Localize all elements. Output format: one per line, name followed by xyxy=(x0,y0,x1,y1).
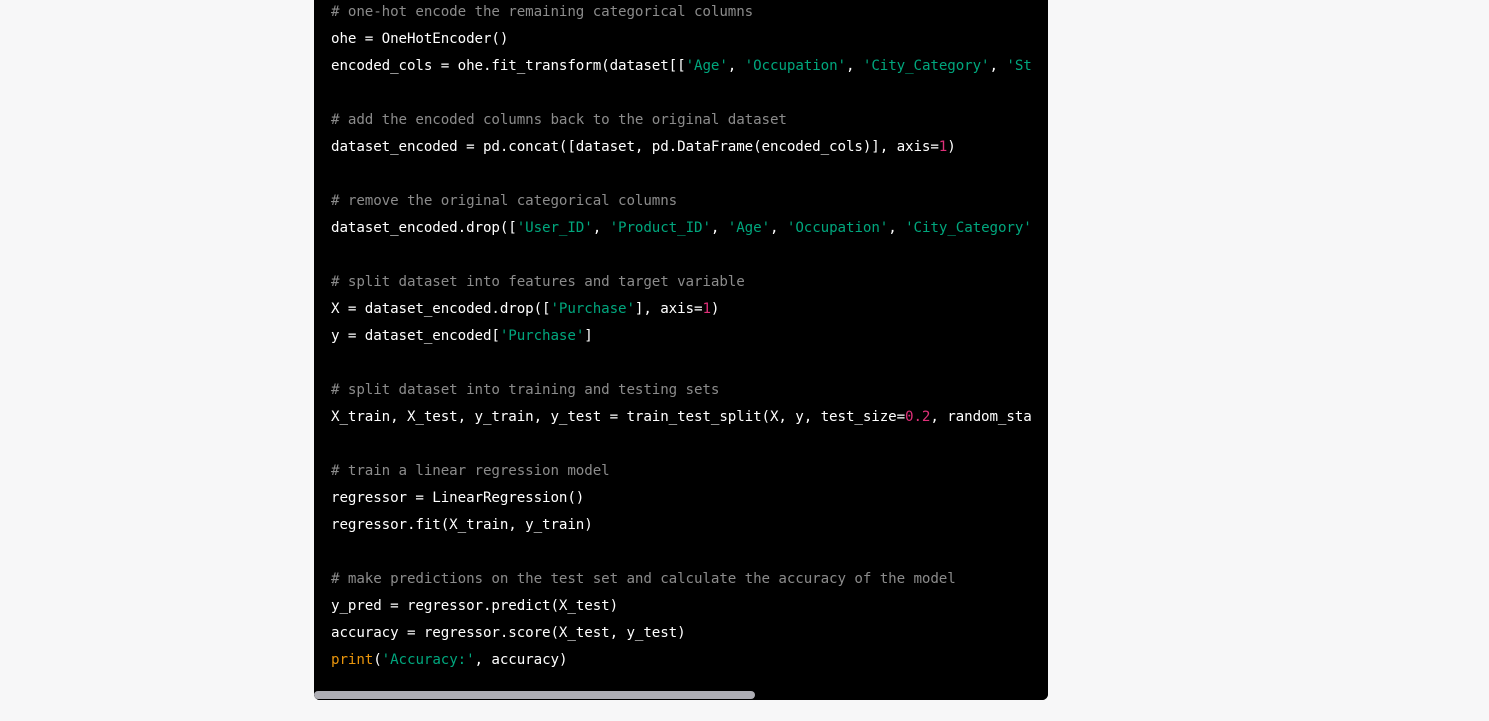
code-line: # one-hot encode the remaining categoric… xyxy=(331,0,1048,27)
code-token: , xyxy=(710,220,728,236)
code-line: X = dataset_encoded.drop(['Purchase'], a… xyxy=(331,297,1048,324)
code-token: , xyxy=(989,58,1007,74)
string-literal: 'St xyxy=(1006,58,1032,74)
code-token: accuracy = regressor.score(X_test, y_tes… xyxy=(331,625,686,641)
code-line: # remove the original categorical column… xyxy=(331,189,1048,216)
code-comment: # one-hot encode the remaining categoric… xyxy=(331,4,754,20)
code-comment: # add the encoded columns back to the or… xyxy=(331,112,787,128)
code-token: regressor = LinearRegression() xyxy=(331,490,585,506)
string-literal: 'Product_ID' xyxy=(609,220,711,236)
number-literal: 1 xyxy=(702,301,711,317)
code-token: X = dataset_encoded.drop([ xyxy=(331,301,551,317)
code-comment: # remove the original categorical column… xyxy=(331,193,678,209)
code-token: , xyxy=(845,58,863,74)
number-literal: 0.2 xyxy=(905,409,931,425)
code-token: ohe = OneHotEncoder() xyxy=(331,31,509,47)
code-line: # make predictions on the test set and c… xyxy=(331,567,1048,594)
code-comment: # train a linear regression model xyxy=(331,463,610,479)
code-line: y_pred = regressor.predict(X_test) xyxy=(331,594,1048,621)
string-literal: 'Accuracy:' xyxy=(381,652,475,668)
code-token: , xyxy=(770,220,787,236)
code-line: # split dataset into training and testin… xyxy=(331,378,1048,405)
code-token: ] xyxy=(584,328,593,344)
code-line: encoded_cols = ohe.fit_transform(dataset… xyxy=(331,54,1048,81)
code-comment: # make predictions on the test set and c… xyxy=(331,571,956,587)
code-token: ( xyxy=(373,652,382,668)
code-line: X_train, X_test, y_train, y_test = train… xyxy=(331,405,1048,432)
code-block: # one-hot encode the remaining categoric… xyxy=(314,0,1048,700)
code-token: , xyxy=(888,220,906,236)
code-token: dataset_encoded = pd.concat([dataset, pd… xyxy=(331,139,939,155)
builtin-function: print xyxy=(331,652,374,668)
string-literal: 'Age' xyxy=(685,58,728,74)
code-line: # add the encoded columns back to the or… xyxy=(331,108,1048,135)
string-literal: 'User_ID' xyxy=(516,220,593,236)
string-literal: 'Occupation' xyxy=(744,58,846,74)
code-line: regressor.fit(X_train, y_train) xyxy=(331,513,1048,540)
code-token: , xyxy=(592,220,610,236)
code-token: X_train, X_test, y_train, y_test = train… xyxy=(331,409,906,425)
string-literal: 'Purchase' xyxy=(550,301,635,317)
code-line: dataset_encoded.drop(['User_ID', 'Produc… xyxy=(331,216,1048,243)
code-line: # split dataset into features and target… xyxy=(331,270,1048,297)
code-token: encoded_cols = ohe.fit_transform(dataset… xyxy=(331,58,686,74)
code-line: print('Accuracy:', accuracy) xyxy=(331,648,1048,675)
code-token: y_pred = regressor.predict(X_test) xyxy=(331,598,619,614)
code-line: dataset_encoded = pd.concat([dataset, pd… xyxy=(331,135,1048,162)
code-token: regressor.fit(X_train, y_train) xyxy=(331,517,593,533)
code-token: , xyxy=(727,58,745,74)
code-comment: # split dataset into training and testin… xyxy=(331,382,720,398)
scrollbar-thumb[interactable] xyxy=(314,691,755,699)
code-line: # train a linear regression model xyxy=(331,459,1048,486)
string-literal: 'City_Category' xyxy=(905,220,1032,236)
code-token: ) xyxy=(947,139,956,155)
string-literal: 'Occupation' xyxy=(786,220,889,236)
code-token: , accuracy) xyxy=(474,652,568,668)
string-literal: 'City_Category' xyxy=(862,58,990,74)
code-token: dataset_encoded.drop([ xyxy=(331,220,517,236)
code-token: ], axis= xyxy=(634,301,703,317)
number-literal: 1 xyxy=(938,139,948,155)
code-content[interactable]: # one-hot encode the remaining categoric… xyxy=(331,0,1048,675)
string-literal: 'Age' xyxy=(727,220,771,236)
horizontal-scrollbar[interactable] xyxy=(314,690,1048,700)
code-line: accuracy = regressor.score(X_test, y_tes… xyxy=(331,621,1048,648)
code-token: y = dataset_encoded[ xyxy=(331,328,500,344)
code-comment: # split dataset into features and target… xyxy=(331,274,745,290)
code-line: regressor = LinearRegression() xyxy=(331,486,1048,513)
code-line: y = dataset_encoded['Purchase'] xyxy=(331,324,1048,351)
string-literal: 'Purchase' xyxy=(499,328,585,344)
code-line: ohe = OneHotEncoder() xyxy=(331,27,1048,54)
code-token: ) xyxy=(710,301,720,317)
code-token: , random_sta xyxy=(930,409,1032,425)
